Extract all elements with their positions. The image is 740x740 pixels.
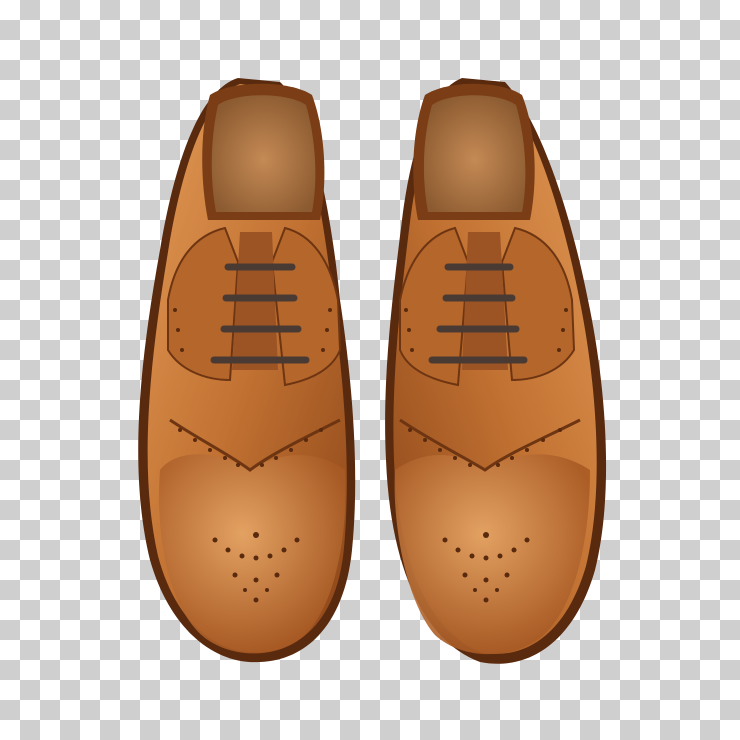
right-shoe bbox=[385, 78, 607, 664]
checkerboard-background bbox=[0, 0, 740, 740]
left-shoe bbox=[138, 78, 356, 663]
shoes-illustration bbox=[138, 78, 607, 664]
left-shoe-lining bbox=[211, 95, 316, 212]
right-shoe-lining bbox=[423, 95, 526, 212]
